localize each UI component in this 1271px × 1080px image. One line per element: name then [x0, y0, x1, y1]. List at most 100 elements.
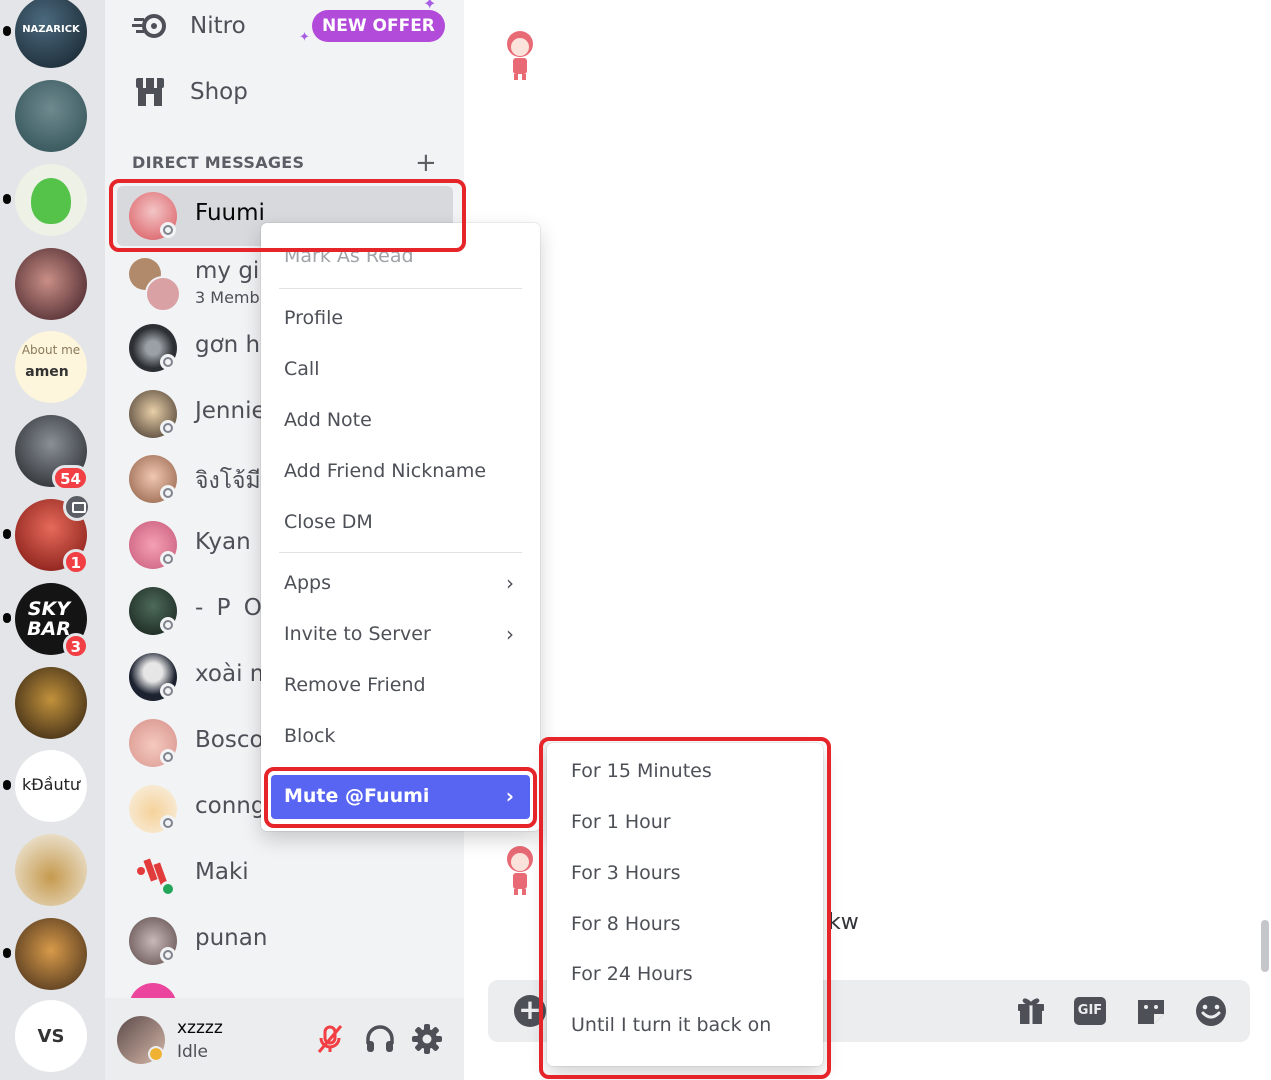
server-icon[interactable]: 1 [3, 493, 91, 575]
server-icon[interactable] [3, 918, 87, 990]
mute-option-24-hours[interactable]: For 24 Hours [557, 954, 813, 998]
server-icon[interactable] [15, 80, 87, 152]
server-label: NAZARICK [22, 24, 80, 35]
sticker-icon[interactable] [1134, 994, 1168, 1028]
status-offline-icon [160, 815, 176, 831]
menu-item-label: Mark As Read [284, 245, 414, 267]
mute-option-until-turned-on[interactable]: Until I turn it back on [557, 1005, 813, 1049]
status-offline-icon [160, 485, 176, 501]
new-offer-badge[interactable]: NEW OFFER [312, 10, 445, 42]
mention-badge: 1 [62, 549, 89, 575]
dm-item[interactable]: punan [117, 911, 453, 971]
mention-badge: 3 [62, 633, 89, 659]
menu-item-label: For 15 Minutes [571, 760, 712, 782]
status-offline-icon [160, 551, 176, 567]
menu-item-add-note[interactable]: Add Note [271, 399, 530, 443]
menu-item-close-dm[interactable]: Close DM [271, 501, 530, 545]
server-label: amen [25, 364, 69, 380]
gift-icon[interactable] [1014, 994, 1048, 1028]
menu-item-call[interactable]: Call [271, 348, 530, 392]
dm-context-menu: Mark As Read Profile Call Add Note Add F… [261, 223, 540, 831]
screen-share-icon [63, 493, 91, 521]
menu-separator [279, 552, 522, 553]
shop-nav-item[interactable]: Shop [130, 72, 248, 112]
dm-name: Bosco [195, 727, 264, 753]
menu-separator [279, 288, 522, 289]
menu-item-label: For 1 Hour [571, 811, 671, 833]
headphones-icon[interactable] [363, 1022, 397, 1056]
sparkle-icon: ✦ [299, 30, 310, 45]
nitro-label: Nitro [190, 13, 246, 39]
chevron-right-icon: › [506, 571, 514, 595]
server-icon[interactable] [3, 164, 87, 236]
emoji-icon[interactable] [1194, 994, 1228, 1028]
status-offline-icon [160, 617, 176, 633]
status-online-icon [160, 881, 176, 897]
dm-name: Maki [195, 859, 249, 885]
dm-item[interactable] [117, 977, 453, 998]
status-offline-icon [160, 683, 176, 699]
menu-item-block[interactable]: Block [271, 715, 530, 759]
menu-item-label: Block [284, 725, 336, 747]
server-icon[interactable] [15, 667, 87, 739]
menu-item-remove-friend[interactable]: Remove Friend [271, 664, 530, 708]
status-idle-icon [148, 1046, 164, 1062]
gif-button[interactable]: GIF [1074, 997, 1106, 1025]
status-offline-icon [160, 947, 176, 963]
username: xzzzz [177, 1018, 223, 1038]
server-icon[interactable] [15, 248, 87, 320]
chevron-right-icon: › [506, 622, 514, 646]
menu-item-label: Until I turn it back on [571, 1014, 772, 1036]
menu-item-label: Apps [284, 572, 332, 594]
settings-gear-icon[interactable] [410, 1022, 444, 1056]
user-status: Idle [177, 1042, 208, 1062]
dm-item[interactable]: Maki [117, 845, 453, 905]
create-dm-button[interactable]: + [415, 148, 437, 178]
menu-item-label: Add Note [284, 409, 372, 431]
menu-item-label: Remove Friend [284, 674, 426, 696]
message-avatar [507, 846, 533, 895]
shop-icon [136, 78, 164, 106]
mute-mic-icon[interactable] [313, 1022, 347, 1056]
menu-item-label: Close DM [284, 511, 373, 533]
menu-item-label: Profile [284, 307, 344, 329]
dm-name: จิงโจ้มี [195, 468, 261, 494]
mute-option-15-minutes[interactable]: For 15 Minutes [557, 751, 813, 795]
server-label: About me [21, 343, 81, 357]
status-offline-icon [160, 354, 176, 370]
shop-label: Shop [190, 79, 248, 105]
direct-messages-header: DIRECT MESSAGES [132, 153, 305, 172]
attach-plus-button[interactable]: + [514, 995, 546, 1027]
server-icon[interactable]: 54 [15, 415, 89, 491]
server-icon[interactable] [15, 834, 87, 906]
menu-item-profile[interactable]: Profile [271, 297, 530, 341]
mute-option-1-hour[interactable]: For 1 Hour [557, 802, 813, 846]
dm-members-count: 3 Memb [195, 288, 260, 307]
status-offline-icon [160, 222, 176, 238]
dm-name: Jennie [195, 398, 266, 424]
chevron-right-icon: › [505, 784, 514, 808]
menu-item-mute[interactable]: Mute @Fuumi › [271, 775, 530, 819]
mute-option-3-hours[interactable]: For 3 Hours [557, 853, 813, 897]
mute-duration-submenu: For 15 Minutes For 1 Hour For 3 Hours Fo… [547, 743, 823, 1066]
message-text-fragment: kw [828, 910, 859, 935]
mention-badge: 54 [52, 465, 89, 491]
server-icon-sky-bar[interactable]: SKY BAR 3 [3, 583, 89, 659]
server-icon-vs[interactable]: VS [15, 1000, 87, 1072]
menu-item-invite-to-server[interactable]: Invite to Server › [271, 613, 530, 657]
server-icon-nazarick[interactable]: NAZARICK [3, 0, 87, 68]
menu-item-label: For 3 Hours [571, 862, 681, 884]
menu-item-apps[interactable]: Apps › [271, 562, 530, 606]
menu-item-label: For 8 Hours [571, 913, 681, 935]
group-avatar [129, 258, 181, 312]
server-icon-about-me[interactable]: About me amen [15, 331, 87, 403]
nitro-nav-item[interactable]: Nitro [130, 6, 246, 46]
mute-option-8-hours[interactable]: For 8 Hours [557, 904, 813, 948]
menu-item-add-friend-nickname[interactable]: Add Friend Nickname [271, 450, 530, 494]
sparkle-icon: ✦ [423, 0, 437, 13]
server-icon-kdautu[interactable]: kĐầutư [3, 750, 87, 822]
chat-scrollbar[interactable] [1261, 920, 1269, 972]
nitro-icon [132, 14, 166, 38]
menu-item-label: Invite to Server [284, 623, 431, 645]
menu-item-label: Mute @Fuumi [284, 785, 430, 807]
